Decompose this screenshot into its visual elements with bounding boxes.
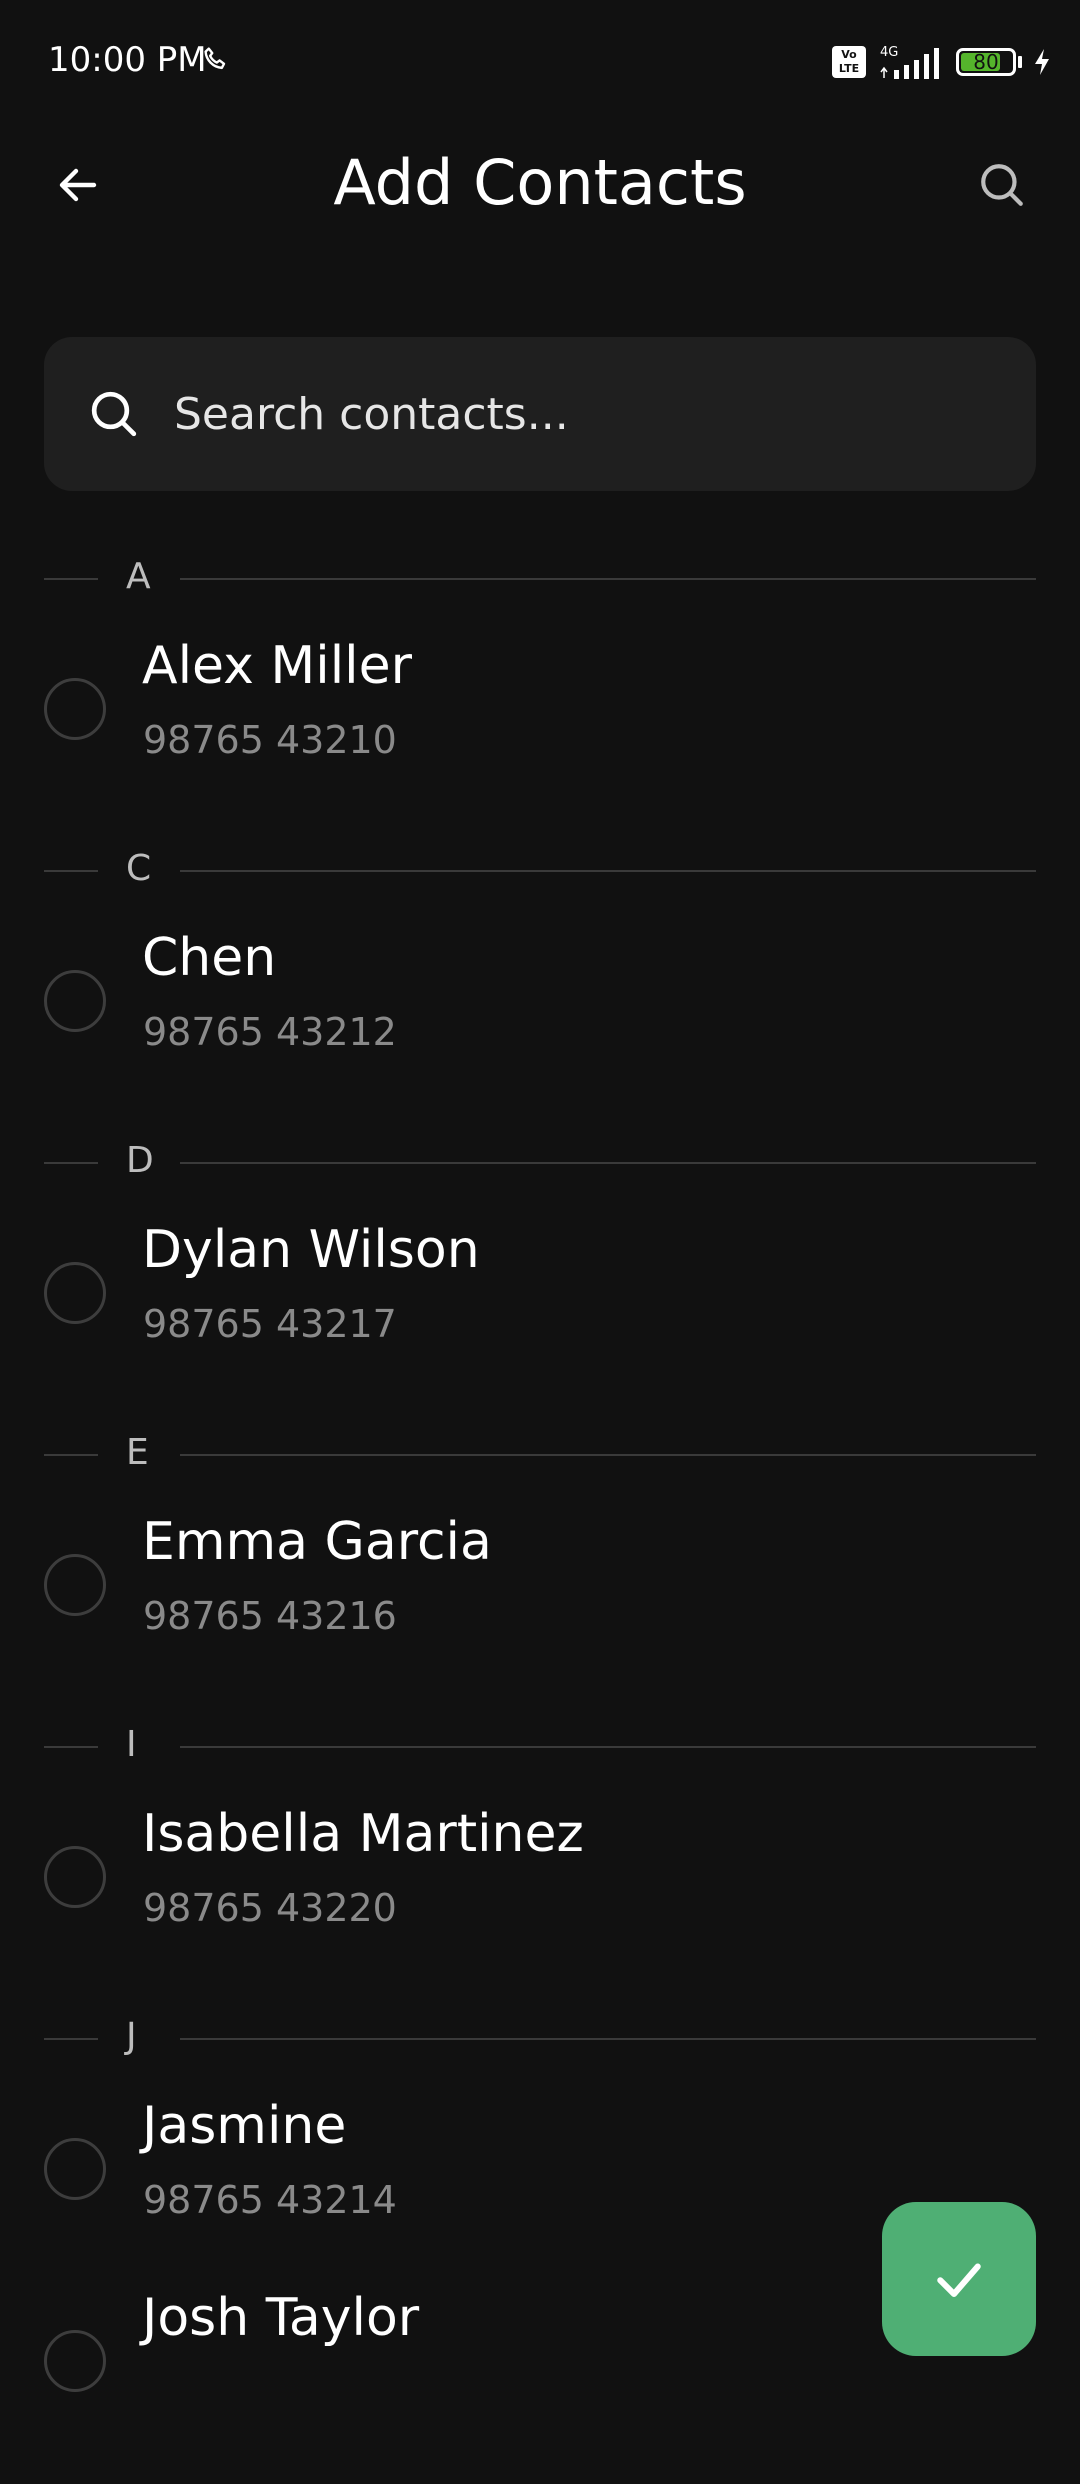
contact-name: Emma Garcia xyxy=(142,1512,492,1572)
section-letter: I xyxy=(126,1724,137,1765)
page-title: Add Contacts xyxy=(333,146,747,219)
contact-name: Chen xyxy=(142,928,277,988)
section-header-c: C xyxy=(0,832,1080,910)
contact-phone: 98765 43217 xyxy=(143,1302,397,1346)
section-divider xyxy=(44,870,98,872)
contact-phone: 98765 43212 xyxy=(143,1010,397,1054)
select-radio[interactable] xyxy=(44,2330,106,2392)
section-header-d: D xyxy=(0,1124,1080,1202)
section-divider xyxy=(44,1746,98,1748)
contact-name: Alex Miller xyxy=(142,636,412,696)
section-letter: J xyxy=(126,2016,137,2057)
contact-item[interactable]: Emma Garcia 98765 43216 xyxy=(0,1494,1080,1708)
search-icon xyxy=(981,164,1023,206)
contact-name: Jasmine xyxy=(142,2096,347,2156)
contact-phone: 98765 43210 xyxy=(143,718,397,762)
select-radio[interactable] xyxy=(44,678,106,740)
contact-list: A Alex Miller 98765 43210 C Chen 98765 4… xyxy=(0,540,1080,2484)
section-divider xyxy=(44,578,98,580)
search-input[interactable] xyxy=(172,387,956,441)
contact-item[interactable]: Isabella Martinez 98765 43220 xyxy=(0,1786,1080,2000)
contact-item[interactable]: Alex Miller 98765 43210 xyxy=(0,618,1080,832)
section-header-a: A xyxy=(0,540,1080,618)
select-radio[interactable] xyxy=(44,1554,106,1616)
volte-icon: Vo LTE xyxy=(832,46,866,78)
charging-bolt-icon xyxy=(1035,49,1049,75)
phone-call-icon xyxy=(204,47,226,70)
select-radio[interactable] xyxy=(44,1262,106,1324)
select-radio[interactable] xyxy=(44,2138,106,2200)
contact-name: Dylan Wilson xyxy=(142,1220,480,1280)
section-divider xyxy=(180,578,1036,580)
app-bar: Add Contacts xyxy=(0,130,1080,240)
section-divider xyxy=(44,2038,98,2040)
contact-item[interactable]: Chen 98765 43212 xyxy=(0,910,1080,1124)
battery-level: 80 xyxy=(973,50,999,74)
section-header-e: E xyxy=(0,1416,1080,1494)
select-radio[interactable] xyxy=(44,1846,106,1908)
network-type-text: 4G xyxy=(880,45,898,60)
section-divider xyxy=(180,870,1036,872)
checkmark-icon xyxy=(937,2263,981,2297)
volte-bottom-text: LTE xyxy=(838,62,860,75)
battery-tip xyxy=(1018,56,1022,68)
contact-name: Isabella Martinez xyxy=(142,1804,584,1864)
search-icon xyxy=(91,391,137,437)
section-divider xyxy=(180,1746,1036,1748)
volte-top-text: Vo xyxy=(841,48,857,61)
signal-strength-icon: 4G xyxy=(880,45,939,79)
contact-item[interactable]: Dylan Wilson 98765 43217 xyxy=(0,1202,1080,1416)
contact-phone: 98765 43214 xyxy=(143,2178,397,2222)
status-time: 10:00 PM xyxy=(48,40,207,80)
contact-phone: 98765 43216 xyxy=(143,1594,397,1638)
select-radio[interactable] xyxy=(44,970,106,1032)
section-header-i: I xyxy=(0,1708,1080,1786)
section-divider xyxy=(180,2038,1036,2040)
status-icons: Vo LTE 4G 80 xyxy=(832,44,1052,80)
section-divider xyxy=(44,1162,98,1164)
section-letter: C xyxy=(126,848,152,889)
battery-icon: 80 xyxy=(956,48,1016,76)
contact-name: Josh Taylor xyxy=(142,2288,420,2348)
section-divider xyxy=(44,1454,98,1456)
search-box[interactable] xyxy=(44,337,1036,491)
status-bar: 10:00 PM Vo LTE 4G 80 xyxy=(0,0,1080,130)
section-header-j: J xyxy=(0,2000,1080,2078)
confirm-button[interactable] xyxy=(882,2202,1036,2356)
section-letter: D xyxy=(126,1140,154,1181)
section-letter: E xyxy=(126,1432,149,1473)
section-letter: A xyxy=(126,556,151,597)
section-divider xyxy=(180,1162,1036,1164)
search-button[interactable] xyxy=(964,152,1040,218)
contact-phone: 98765 43220 xyxy=(143,1886,397,1930)
section-divider xyxy=(180,1454,1036,1456)
